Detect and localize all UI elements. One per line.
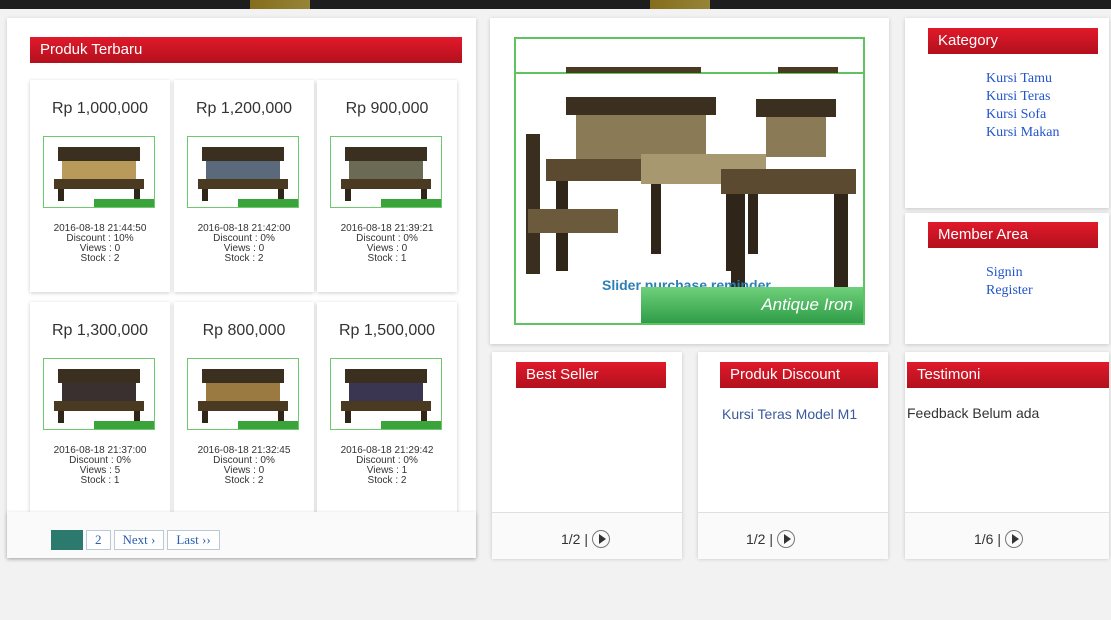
product-meta: 2016-08-18 21:32:45 Discount : 0% Views : … — [174, 446, 314, 486]
product-thumbnail[interactable] — [330, 136, 442, 208]
product-stock: Stock : 2 — [224, 253, 264, 264]
kategory-list: Kursi Tamu Kursi Teras Kursi Sofa Kursi … — [986, 70, 1060, 142]
kategory-link-kursi-teras[interactable]: Kursi Teras — [986, 88, 1060, 106]
last-page-button[interactable]: Last ›› — [167, 530, 220, 550]
best-seller-pager: 1/2 | — [561, 530, 610, 548]
product-price: Rp 900,000 — [345, 100, 429, 117]
play-next-icon[interactable] — [777, 530, 795, 548]
produk-discount-pager: 1/2 | — [746, 530, 795, 548]
best-seller-title: Best Seller — [516, 362, 666, 388]
product-price: Rp 1,000,000 — [51, 100, 149, 117]
product-label-tag — [94, 199, 154, 207]
testimoni-pager: 1/6 | — [974, 530, 1023, 548]
product-label-tag — [381, 421, 441, 429]
slider-frame[interactable]: Slider purchase reminder Antique Iron — [514, 37, 865, 325]
product-price: Rp 800,000 — [202, 322, 286, 339]
best-seller-page-indicator: 1/2 | — [561, 531, 588, 547]
product-image — [198, 147, 288, 201]
play-next-icon[interactable] — [1005, 530, 1023, 548]
product-price: Rp 1,300,000 — [51, 322, 149, 339]
product-stock: Stock : 2 — [224, 475, 264, 486]
product-card[interactable]: Rp 1,300,000 2016-08-18 21:37:00 Discount … — [30, 302, 170, 514]
product-thumbnail[interactable] — [187, 358, 299, 430]
top-bar — [0, 0, 1111, 9]
product-meta: 2016-08-18 21:44:50 Discount : 10% Views :… — [30, 224, 170, 264]
product-card[interactable]: Rp 1,200,000 2016-08-18 21:42:00 Discount … — [174, 80, 314, 292]
product-stock: Stock : 2 — [367, 475, 407, 486]
product-card[interactable]: Rp 800,000 2016-08-18 21:32:45 Discount : … — [174, 302, 314, 514]
product-card[interactable]: Rp 1,500,000 2016-08-18 21:29:42 Discount … — [317, 302, 457, 514]
product-label-tag — [381, 199, 441, 207]
testimoni-title: Testimoni — [907, 362, 1109, 388]
product-card[interactable]: Rp 1,000,000 2016-08-18 21:44:50 Discount … — [30, 80, 170, 292]
discount-product-link[interactable]: Kursi Teras Model M1 — [722, 405, 872, 423]
play-next-icon[interactable] — [592, 530, 610, 548]
product-label-tag — [238, 421, 298, 429]
product-image — [198, 369, 288, 423]
signin-link[interactable]: Signin — [986, 264, 1033, 282]
product-label-tag — [94, 421, 154, 429]
slider-caption: Antique Iron — [641, 287, 863, 323]
produk-discount-page-indicator: 1/2 | — [746, 531, 773, 547]
pagination: 1 2 Next › Last ›› — [51, 530, 220, 550]
product-thumbnail[interactable] — [43, 358, 155, 430]
kategory-link-kursi-tamu[interactable]: Kursi Tamu — [986, 70, 1060, 88]
kategory-title: Kategory — [928, 28, 1098, 54]
product-price: Rp 1,200,000 — [195, 100, 293, 117]
product-thumbnail[interactable] — [330, 358, 442, 430]
product-card[interactable]: Rp 900,000 2016-08-18 21:39:21 Discount : … — [317, 80, 457, 292]
product-stock: Stock : 1 — [367, 253, 407, 264]
next-page-button[interactable]: Next › — [113, 530, 165, 550]
product-image — [54, 369, 144, 423]
product-stock: Stock : 1 — [80, 475, 120, 486]
testimoni-page-indicator: 1/6 | — [974, 531, 1001, 547]
testimoni-text: Feedback Belum ada — [907, 405, 1040, 421]
register-link[interactable]: Register — [986, 282, 1033, 300]
produk-terbaru-title: Produk Terbaru — [30, 37, 462, 63]
produk-discount-title: Produk Discount — [720, 362, 878, 388]
kategory-link-kursi-sofa[interactable]: Kursi Sofa — [986, 106, 1060, 124]
product-image — [341, 147, 431, 201]
product-price: Rp 1,500,000 — [338, 322, 436, 339]
product-meta: 2016-08-18 21:42:00 Discount : 0% Views : … — [174, 224, 314, 264]
product-meta: 2016-08-18 21:37:00 Discount : 0% Views : … — [30, 446, 170, 486]
page-2-button[interactable]: 2 — [86, 530, 111, 550]
product-image — [54, 147, 144, 201]
product-label-tag — [238, 199, 298, 207]
product-image — [341, 369, 431, 423]
header-decoration — [250, 0, 310, 9]
page-1-button[interactable]: 1 — [51, 530, 83, 550]
kategory-link-kursi-makan[interactable]: Kursi Makan — [986, 124, 1060, 142]
product-meta: 2016-08-18 21:39:21 Discount : 0% Views : … — [317, 224, 457, 264]
product-meta: 2016-08-18 21:29:42 Discount : 0% Views : … — [317, 446, 457, 486]
member-links: Signin Register — [986, 264, 1033, 300]
product-stock: Stock : 2 — [80, 253, 120, 264]
header-decoration — [650, 0, 710, 9]
product-thumbnail[interactable] — [43, 136, 155, 208]
product-thumbnail[interactable] — [187, 136, 299, 208]
member-area-title: Member Area — [928, 222, 1098, 248]
